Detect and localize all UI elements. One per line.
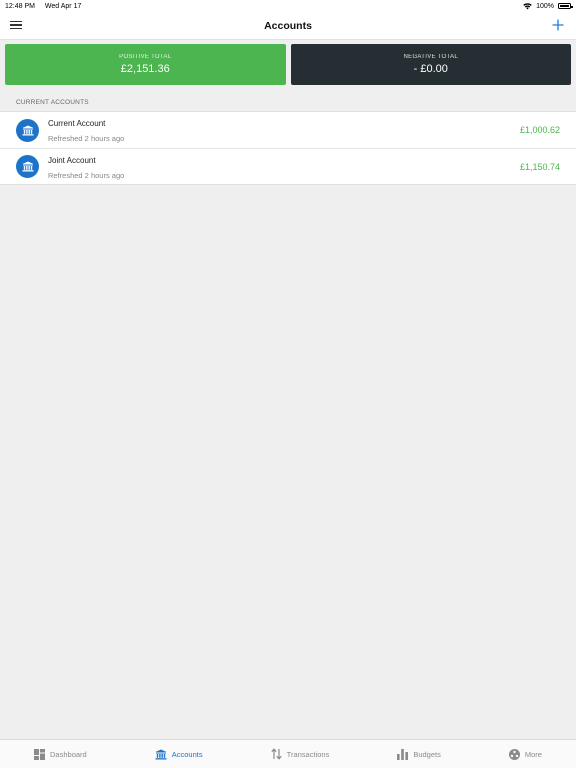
- add-account-button[interactable]: [549, 16, 567, 34]
- section-header: CURRENT ACCOUNTS: [16, 99, 89, 106]
- bank-icon: [16, 118, 39, 142]
- battery-percent: 100%: [536, 2, 554, 10]
- tab-label: Dashboard: [50, 749, 87, 759]
- more-circle-icon: [508, 748, 520, 760]
- account-row-current[interactable]: Current Account Refreshed 2 hours ago £1…: [0, 112, 576, 148]
- tab-label: Accounts: [171, 749, 203, 759]
- account-balance: £1,150.74: [519, 162, 560, 172]
- totals-summary: POSITIVE TOTAL £2,151.36 NEGATIVE TOTAL …: [5, 44, 571, 85]
- account-name: Joint Account: [48, 156, 96, 165]
- bank-icon: [16, 155, 39, 178]
- status-bar: 12:48 PM Wed Apr 17 100%: [0, 0, 576, 12]
- dashboard-icon: [34, 748, 46, 760]
- positive-total-card[interactable]: POSITIVE TOTAL £2,151.36: [5, 44, 286, 85]
- negative-total-label: NEGATIVE TOTAL: [403, 54, 458, 60]
- account-balance: £1,000.62: [519, 125, 560, 135]
- account-name: Current Account: [48, 119, 106, 128]
- transfer-arrows-icon: [270, 748, 282, 760]
- tab-label: Transactions: [286, 749, 330, 759]
- status-date: Wed Apr 17: [44, 2, 82, 10]
- negative-total-card[interactable]: NEGATIVE TOTAL - £0.00: [290, 44, 571, 85]
- bar-chart-icon: [397, 748, 409, 760]
- tab-dashboard[interactable]: Dashboard: [34, 748, 87, 760]
- positive-total-label: POSITIVE TOTAL: [119, 54, 172, 60]
- account-text: Joint Account Refreshed 2 hours ago: [48, 156, 124, 180]
- account-text: Current Account Refreshed 2 hours ago: [48, 119, 124, 143]
- menu-icon: [10, 20, 22, 22]
- account-list: Current Account Refreshed 2 hours ago £1…: [0, 111, 576, 185]
- tab-more[interactable]: More: [508, 748, 542, 760]
- tab-transactions[interactable]: Transactions: [270, 748, 330, 760]
- negative-total-value: - £0.00: [413, 63, 448, 75]
- bank-icon: [155, 749, 167, 759]
- page-title: Accounts: [264, 19, 312, 32]
- account-refreshed: Refreshed 2 hours ago: [48, 171, 125, 180]
- tab-label: More: [524, 749, 542, 759]
- tab-label: Budgets: [413, 749, 441, 759]
- status-time: 12:48 PM: [5, 2, 35, 10]
- tab-accounts[interactable]: Accounts: [155, 749, 203, 760]
- plus-icon: [552, 19, 564, 31]
- nav-bar: Accounts: [0, 12, 576, 40]
- battery-icon: [558, 3, 573, 9]
- account-refreshed: Refreshed 2 hours ago: [48, 134, 125, 143]
- tab-budgets[interactable]: Budgets: [397, 748, 441, 760]
- account-row-joint[interactable]: Joint Account Refreshed 2 hours ago £1,1…: [0, 148, 576, 184]
- wifi-icon: [523, 2, 532, 9]
- status-left: 12:48 PM Wed Apr 17: [5, 3, 89, 10]
- positive-total-value: £2,151.36: [120, 63, 170, 75]
- status-right: 100%: [523, 2, 573, 10]
- menu-button[interactable]: [10, 18, 24, 32]
- tab-bar: Dashboard Accounts Transactions Budgets: [0, 739, 576, 768]
